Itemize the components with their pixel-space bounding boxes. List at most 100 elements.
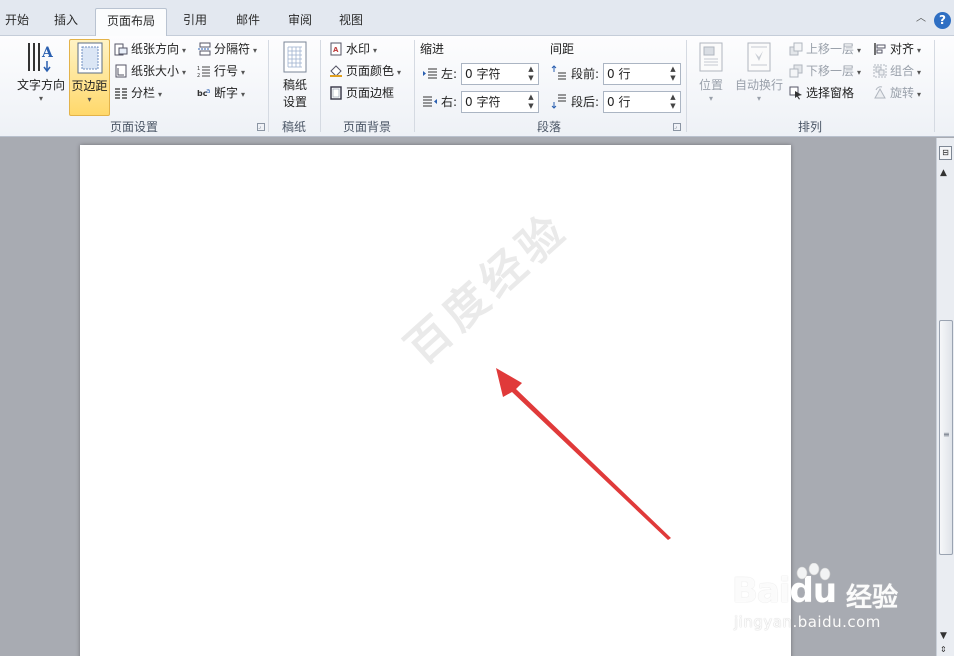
paragraph-launcher-icon[interactable]: ⌟	[673, 123, 681, 131]
tab-references[interactable]: 引用	[175, 11, 215, 33]
send-backward-icon	[789, 64, 803, 78]
chevron-down-icon: ▾	[857, 46, 862, 55]
indent-right-icon	[423, 96, 437, 107]
scroll-down-icon[interactable]: ▼	[940, 631, 947, 641]
spacing-after-icon	[551, 94, 566, 109]
chevron-down-icon: ▾	[397, 68, 402, 77]
watermark-icon: A	[330, 42, 342, 56]
orientation-button[interactable]: 纸张方向 ▾	[114, 39, 186, 59]
spinner-arrows-icon[interactable]: ▲ ▼	[668, 65, 678, 83]
rotate-button[interactable]: 旋转 ▾	[873, 83, 921, 103]
tab-mailings[interactable]: 邮件	[228, 11, 268, 33]
scroll-up-icon[interactable]: ▲	[940, 168, 947, 178]
wrap-text-icon	[747, 42, 771, 72]
selection-pane-icon	[789, 86, 802, 100]
svg-text:A: A	[41, 45, 54, 61]
svg-text:a: a	[206, 87, 210, 95]
watermark-label: 水印	[346, 42, 371, 56]
line-numbers-button[interactable]: 1 2 行号 ▾	[197, 61, 245, 81]
wrap-text-button[interactable]: 自动换行 ▾	[733, 39, 785, 113]
svg-text:1: 1	[197, 66, 200, 72]
page-border-icon	[330, 86, 342, 100]
orientation-label: 纸张方向	[131, 42, 180, 56]
group-button[interactable]: 组合 ▾	[873, 61, 921, 81]
spacing-title: 间距	[550, 42, 575, 56]
spinner-arrows-icon[interactable]: ▲ ▼	[526, 65, 536, 83]
spacing-before-input[interactable]: 0 行 ▲ ▼	[603, 63, 681, 85]
chevron-down-icon: ▾	[87, 95, 92, 104]
collapse-ribbon-icon[interactable]: ︿	[915, 13, 927, 25]
manuscript-settings-button[interactable]: 稿纸 设置	[274, 39, 316, 113]
manuscript-label-line1: 稿纸	[282, 78, 307, 92]
align-button[interactable]: 对齐 ▾	[873, 39, 921, 59]
logo-text-bai: Bai	[732, 571, 791, 611]
page-setup-launcher-icon[interactable]: ⌟	[257, 123, 265, 131]
indent-left-input[interactable]: 0 字符 ▲ ▼	[461, 63, 539, 85]
align-icon	[874, 43, 886, 55]
text-direction-button[interactable]: A 文字方向 ▾	[14, 39, 68, 113]
indent-right-label: 右:	[441, 95, 458, 109]
tab-page-layout[interactable]: 页面布局	[95, 8, 167, 37]
size-label: 纸张大小	[131, 64, 180, 78]
ruler-toggle-icon[interactable]: ⊟	[939, 146, 952, 160]
rotate-icon	[874, 86, 886, 99]
vertical-scrollbar[interactable]: ⊟ ▲ ≡ ▼ ⇕	[936, 138, 954, 656]
bring-forward-button[interactable]: 上移一层 ▾	[789, 39, 861, 59]
spacing-before-label: 段前:	[571, 67, 600, 81]
page-setup-group-label: 页面设置	[109, 120, 158, 134]
breaks-icon	[198, 42, 211, 56]
logo-url: jingyan.baidu.com	[734, 613, 881, 631]
tab-view[interactable]: 视图	[331, 11, 371, 33]
indent-left-value: 0 字符	[465, 67, 501, 81]
margins-button[interactable]: 页边距 ▾	[69, 39, 110, 116]
page-nav-icon[interactable]: ⇕	[940, 645, 947, 654]
selection-pane-label: 选择窗格	[806, 86, 855, 100]
baidu-paw-icon	[796, 563, 831, 581]
tab-review[interactable]: 审阅	[280, 11, 320, 33]
indent-right-value: 0 字符	[465, 95, 501, 109]
wrap-text-label: 自动换行	[734, 78, 783, 92]
hyphenation-icon: bca	[197, 87, 210, 98]
chevron-down-icon: ▾	[158, 90, 163, 99]
logo-text-jingyan: 经验	[846, 583, 899, 613]
hyphenation-button[interactable]: bc a 断字 ▾	[197, 83, 245, 103]
scrollbar-thumb[interactable]: ≡	[939, 320, 953, 555]
position-button[interactable]: 位置 ▾	[692, 39, 730, 113]
chevron-down-icon: ▾	[38, 94, 43, 103]
scrollbar-grip-icon: ≡	[943, 430, 950, 439]
page-color-button[interactable]: 页面颜色 ▾	[329, 61, 401, 81]
chevron-down-icon: ▾	[917, 46, 922, 55]
indent-title: 缩进	[420, 42, 445, 56]
page-borders-button[interactable]: 页面边框	[329, 83, 394, 103]
send-backward-button[interactable]: 下移一层 ▾	[789, 61, 861, 81]
spacing-after-input[interactable]: 0 行 ▲ ▼	[603, 91, 681, 113]
spacing-before-icon	[551, 65, 566, 80]
indent-right-input[interactable]: 0 字符 ▲ ▼	[461, 91, 539, 113]
tab-home[interactable]: 开始	[0, 11, 34, 33]
ribbon-tab-bar: 开始 插入 页面布局 引用 邮件 审阅 视图 ︿ ?	[0, 0, 954, 37]
columns-label: 分栏	[131, 86, 156, 100]
watermark-button[interactable]: A 水印 ▾	[329, 39, 377, 59]
chevron-down-icon: ▾	[917, 90, 922, 99]
size-button[interactable]: 纸张大小 ▾	[114, 61, 186, 81]
bring-forward-icon	[789, 42, 803, 56]
selection-pane-button[interactable]: 选择窗格	[789, 83, 854, 103]
spinner-arrows-icon[interactable]: ▲ ▼	[668, 93, 678, 111]
svg-text:A: A	[333, 46, 339, 54]
margins-icon	[77, 42, 102, 74]
columns-button[interactable]: 分栏 ▾	[114, 83, 162, 103]
chevron-down-icon: ▾	[241, 90, 246, 99]
breaks-button[interactable]: 分隔符 ▾	[197, 39, 257, 59]
text-direction-label: 文字方向	[16, 78, 65, 92]
help-icon[interactable]: ?	[934, 12, 951, 29]
manuscript-label-line2: 设置	[282, 95, 307, 109]
arrange-group-label: 排列	[797, 120, 822, 134]
tab-insert[interactable]: 插入	[46, 11, 86, 33]
manuscript-paper-icon	[283, 41, 307, 73]
group-divider	[934, 40, 935, 132]
chevron-down-icon: ▾	[756, 94, 761, 103]
send-backward-label: 下移一层	[806, 64, 855, 78]
spinner-arrows-icon[interactable]: ▲ ▼	[526, 93, 536, 111]
columns-icon	[115, 88, 127, 99]
paragraph-group-label: 段落	[536, 120, 561, 134]
